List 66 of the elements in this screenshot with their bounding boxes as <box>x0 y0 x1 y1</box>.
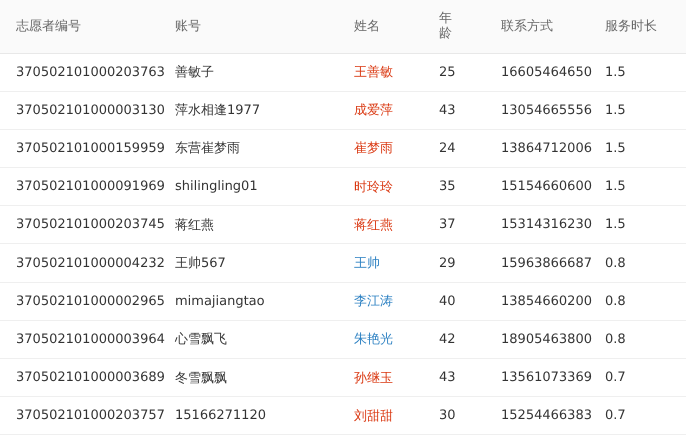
table-cell: 15154660600 <box>501 179 592 194</box>
table-cell: 李江涛 <box>354 294 393 310</box>
table-cell: 0.8 <box>605 294 626 309</box>
table-cell: 崔梦雨 <box>354 141 393 156</box>
table-cell: mimajiangtao <box>175 294 265 309</box>
table-cell: 25 <box>439 64 456 80</box>
table-cell: 萍水相逢1977 <box>175 103 260 118</box>
table-cell: 370502101000203745 <box>16 217 165 232</box>
column-header: 年龄 <box>439 10 452 42</box>
table-cell: 35 <box>439 179 456 194</box>
table-cell: 370502101000003964 <box>16 332 165 347</box>
table-cell: 善敏子 <box>175 65 214 80</box>
table-cell: 刘甜甜 <box>354 408 393 424</box>
table-cell: 孙继玉 <box>354 370 393 386</box>
table-cell: 1.5 <box>605 102 626 118</box>
table-cell: 东营崔梦雨 <box>175 141 240 156</box>
table-cell: 370502101000002965 <box>16 294 165 309</box>
table-cell: 王善敏 <box>354 65 393 80</box>
table-cell: 蒋红燕 <box>354 218 393 233</box>
table-cell: 13054665556 <box>501 102 592 118</box>
table-cell: 成爱萍 <box>354 103 393 118</box>
table-cell: 冬雪飘飘 <box>175 370 227 386</box>
table-cell: 0.8 <box>605 256 626 271</box>
table-cell: 43 <box>439 102 456 118</box>
table-cell: 15963866687 <box>501 256 592 271</box>
column-header: 账号 <box>175 19 201 34</box>
table-cell: 心雪飘飞 <box>175 332 227 348</box>
table-cell: 0.7 <box>605 408 626 424</box>
column-header: 联系方式 <box>501 19 553 34</box>
table-cell: 15254466383 <box>501 408 592 424</box>
table-cell: 370502101000203757 <box>16 408 165 424</box>
column-header: 志愿者编号 <box>16 19 81 34</box>
table-cell: 王帅 <box>354 256 380 272</box>
table-cell: 16605464650 <box>501 64 592 80</box>
table-cell: 40 <box>439 294 456 309</box>
column-header: 姓名 <box>354 19 380 34</box>
table-cell: shilingling01 <box>175 179 258 194</box>
table-cell: 370502101000159959 <box>16 140 165 156</box>
table-cell: 42 <box>439 332 456 347</box>
table-cell: 13561073369 <box>501 370 592 386</box>
table-cell: 18905463800 <box>501 332 592 347</box>
table-cell: 370502101000003689 <box>16 370 165 386</box>
table-cell: 朱艳光 <box>354 332 393 348</box>
table-cell: 29 <box>439 256 456 271</box>
table-cell: 1.5 <box>605 64 626 80</box>
table-cell: 1.5 <box>605 179 626 194</box>
table-cell: 370502101000203763 <box>16 64 165 80</box>
table-cell: 43 <box>439 370 456 386</box>
table-cell: 时玲玲 <box>354 180 393 195</box>
table-cell: 蒋红燕 <box>175 218 214 233</box>
table-cell: 0.8 <box>605 332 626 347</box>
table-cell: 370502101000004232 <box>16 256 165 271</box>
table-cell: 15166271120 <box>175 408 266 424</box>
table-cell: 24 <box>439 140 456 156</box>
table-cell: 13864712006 <box>501 140 592 156</box>
table-cell: 1.5 <box>605 217 626 232</box>
table-cell: 370502101000091969 <box>16 179 165 194</box>
table-cell: 0.7 <box>605 370 626 386</box>
table-cell: 370502101000003130 <box>16 102 165 118</box>
table-cell: 37 <box>439 217 456 232</box>
table-cell: 30 <box>439 408 456 424</box>
table-cell: 1.5 <box>605 140 626 156</box>
table-cell: 15314316230 <box>501 217 592 232</box>
table-cell: 王帅567 <box>175 256 226 272</box>
table-cell: 13854660200 <box>501 294 592 309</box>
column-header: 服务时长 <box>605 19 657 34</box>
